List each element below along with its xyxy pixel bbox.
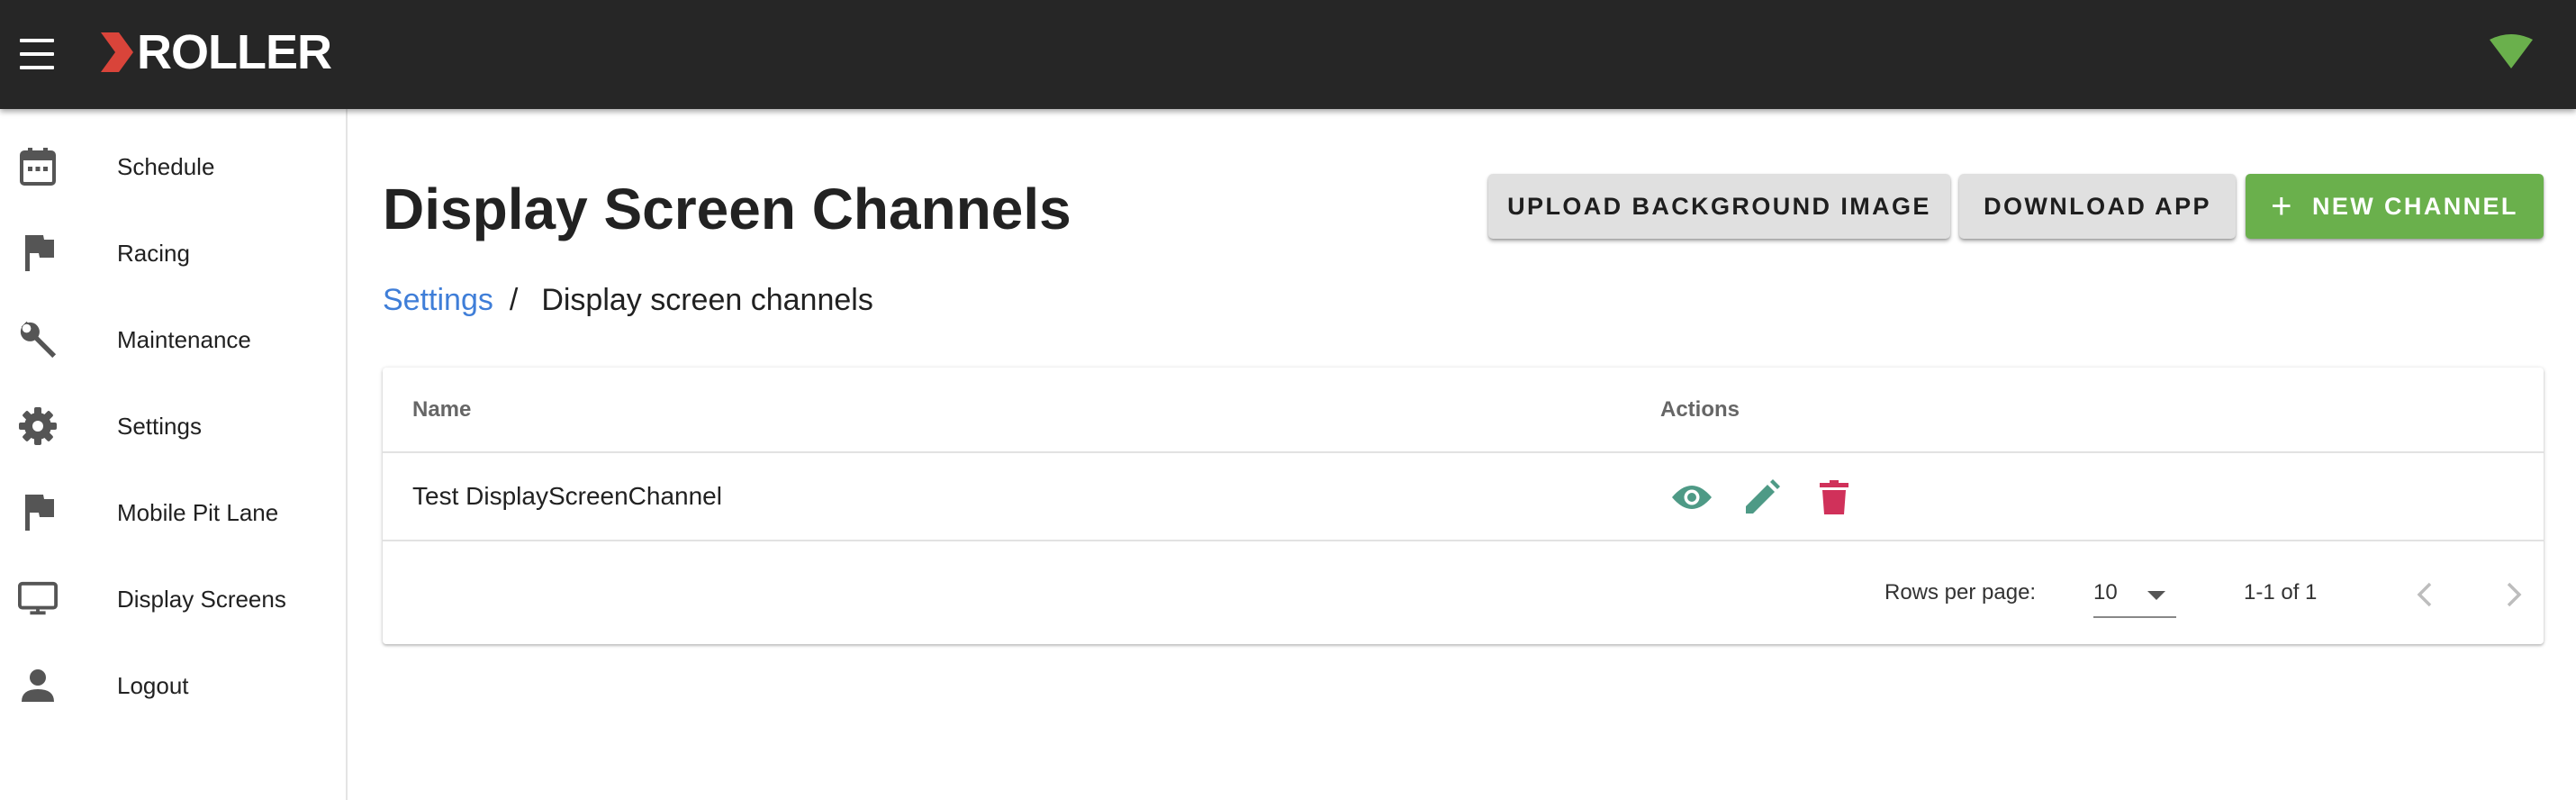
pagination-range: 1-1 of 1 (2244, 580, 2318, 605)
previous-page-icon[interactable] (2407, 577, 2443, 613)
sidebar-item-schedule[interactable]: Schedule (0, 123, 346, 210)
wrench-icon (18, 320, 58, 359)
roller-logo[interactable]: ROLLER (101, 25, 332, 79)
sidebar-item-maintenance[interactable]: Maintenance (0, 296, 346, 383)
sidebar-item-display-screens[interactable]: Display Screens (0, 556, 346, 642)
sidebar-item-settings[interactable]: Settings (0, 383, 346, 469)
person-icon (18, 666, 58, 705)
rows-per-page-value: 10 (2093, 580, 2118, 605)
page-title: Display Screen Channels (383, 177, 1071, 241)
upload-button-label: UPLOAD BACKGROUND IMAGE (1507, 192, 1931, 220)
sidebar-item-label: Mobile Pit Lane (117, 498, 279, 526)
breadcrumb-current: Display screen channels (541, 283, 873, 317)
sidebar: Schedule Racing Maintenance Settings Mob… (0, 109, 348, 800)
sidebar-item-racing[interactable]: Racing (0, 210, 346, 296)
row-divider (383, 540, 2544, 541)
calendar-icon (18, 147, 58, 186)
rows-per-page-label: Rows per page: (1885, 580, 2037, 605)
column-header-name[interactable]: Name (412, 397, 471, 423)
breadcrumb-settings-link[interactable]: Settings (383, 283, 493, 318)
channels-table: Name Actions Test DisplayScreenChannel R… (383, 368, 2544, 644)
sidebar-item-mobile-pit-lane[interactable]: Mobile Pit Lane (0, 469, 346, 556)
sidebar-item-label: Maintenance (117, 325, 251, 353)
breadcrumb-separator: / (509, 283, 519, 317)
plus-icon: + (2271, 186, 2294, 226)
top-app-bar: ROLLER (0, 0, 2576, 109)
download-app-button[interactable]: DOWNLOAD APP (1959, 174, 2236, 239)
dropdown-caret-icon (2147, 591, 2165, 600)
header-divider (383, 451, 2544, 453)
download-button-label: DOWNLOAD APP (1984, 192, 2211, 220)
flag-icon (18, 493, 58, 532)
gear-icon (18, 406, 58, 446)
hamburger-menu-icon[interactable] (18, 36, 56, 72)
logo-text: ROLLER (137, 25, 332, 79)
breadcrumb: Settings / Display screen channels (383, 283, 873, 318)
sidebar-item-label: Settings (117, 412, 202, 440)
sidebar-item-label: Racing (117, 239, 190, 267)
rows-per-page-select[interactable]: 10 (2093, 571, 2176, 618)
flag-icon (18, 233, 58, 273)
logo-chevron-icon (101, 32, 133, 72)
view-icon[interactable] (1670, 476, 1713, 519)
next-page-icon[interactable] (2496, 577, 2532, 613)
monitor-icon (18, 579, 58, 619)
channel-name-cell: Test DisplayScreenChannel (412, 482, 722, 510)
sidebar-item-label: Display Screens (117, 585, 286, 613)
delete-icon[interactable] (1812, 476, 1856, 519)
edit-icon[interactable] (1740, 476, 1784, 519)
new-channel-button[interactable]: + NEW CHANNEL (2246, 174, 2544, 239)
new-channel-label: NEW CHANNEL (2311, 192, 2518, 220)
sidebar-item-logout[interactable]: Logout (0, 642, 346, 729)
sidebar-item-label: Schedule (117, 152, 215, 180)
column-header-actions: Actions (1660, 397, 1740, 422)
sidebar-item-label: Logout (117, 671, 189, 699)
upload-background-image-button[interactable]: UPLOAD BACKGROUND IMAGE (1488, 174, 1950, 239)
wifi-signal-icon (2490, 34, 2533, 73)
